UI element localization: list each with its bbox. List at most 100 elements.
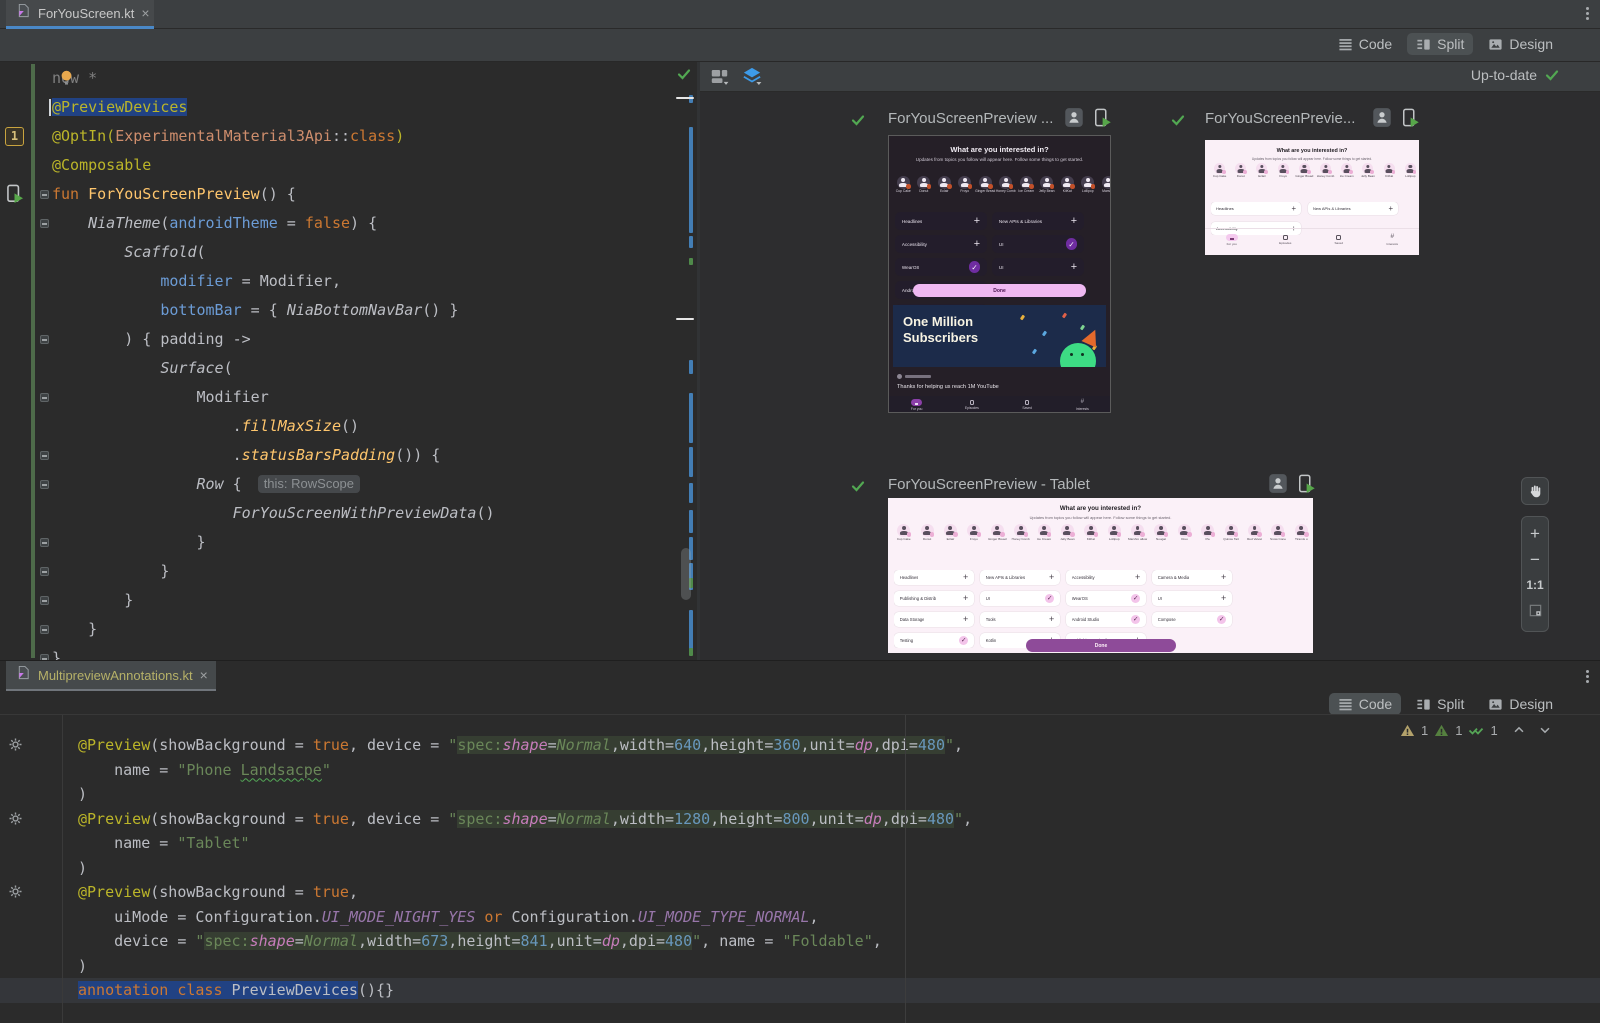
run-on-device-icon[interactable] xyxy=(1400,107,1420,128)
zoom-in-button[interactable]: + xyxy=(1530,525,1540,542)
chip-label: Headlines xyxy=(900,575,919,580)
pan-button[interactable] xyxy=(1521,477,1549,505)
interactive-preview-icon[interactable] xyxy=(1372,107,1392,128)
nav-item: For you xyxy=(1205,230,1259,250)
design-mode-button[interactable]: Design xyxy=(1479,693,1562,715)
preview-thumbnail-phone-dark[interactable]: What are you interested in?Updates from … xyxy=(888,135,1111,413)
topic-badge xyxy=(906,184,910,188)
code-token: , xyxy=(873,736,882,754)
inspections-ok-icon[interactable] xyxy=(676,66,692,82)
preview-count-badge[interactable]: 1 xyxy=(5,127,24,146)
person-icon xyxy=(922,178,926,182)
code-token: width xyxy=(367,932,412,950)
fold-marker-down[interactable] xyxy=(40,335,49,344)
avatar xyxy=(1020,176,1033,189)
topic-chip: UI✓ xyxy=(992,235,1084,253)
topic-avatar: KitKat xyxy=(1379,163,1400,178)
gear-icon[interactable] xyxy=(8,811,23,831)
chip-add-icon: + xyxy=(1221,594,1226,603)
nav-icon xyxy=(970,400,975,404)
code-token: shape xyxy=(502,810,547,828)
code-token: Surface xyxy=(160,359,223,377)
interactive-preview-icon[interactable] xyxy=(1064,107,1084,128)
run-on-device-icon[interactable] xyxy=(1296,473,1316,494)
topic-label: Jelly Bean xyxy=(1060,538,1074,542)
topic-label: Tiramis u xyxy=(1295,538,1308,542)
warning-count[interactable]: 1 xyxy=(1421,723,1428,738)
weak-warning-count[interactable]: 1 xyxy=(1455,723,1462,738)
person-icon xyxy=(983,178,987,182)
fold-marker-up[interactable] xyxy=(40,451,49,460)
code-token: ) xyxy=(395,127,404,145)
code-token: , xyxy=(882,810,891,828)
passed-count[interactable]: 1 xyxy=(1490,723,1497,738)
split-mode-button[interactable]: Split xyxy=(1407,693,1473,715)
chip-check-icon: ✓ xyxy=(1045,594,1054,603)
lightbulb-icon[interactable] xyxy=(58,69,75,91)
zoom-fit-button[interactable] xyxy=(1528,603,1543,623)
split-mode-button[interactable]: Split xyxy=(1407,33,1473,55)
preview-thumbnail-landscape[interactable]: What are you interested in?Updates from … xyxy=(1205,140,1419,255)
zoom-actual-button[interactable]: 1:1 xyxy=(1526,577,1543,594)
fold-marker-down[interactable] xyxy=(40,219,49,228)
person-icon xyxy=(1106,178,1110,182)
tab-foryouscreen[interactable]: ForYouScreen.kt × xyxy=(6,0,154,29)
fold-marker-down[interactable] xyxy=(40,190,49,199)
kebab-menu-icon[interactable] xyxy=(1586,670,1590,683)
run-preview-gutter-icon[interactable] xyxy=(4,183,25,210)
close-icon[interactable]: × xyxy=(141,6,149,20)
chevron-up-icon[interactable] xyxy=(1512,723,1526,737)
fold-marker-up[interactable] xyxy=(40,625,49,634)
fold-marker-down[interactable] xyxy=(40,480,49,489)
code-editor-primary[interactable]: now *@PreviewDevices@OptIn(ExperimentalM… xyxy=(0,62,697,660)
error-stripe[interactable] xyxy=(672,62,697,660)
topic-avatar: Ginger Bread xyxy=(1294,163,1315,178)
nav-item: Episodes xyxy=(944,396,999,413)
nav-item: #Interests xyxy=(1055,396,1110,413)
fold-marker-up[interactable] xyxy=(40,567,49,576)
code-token: ()) { xyxy=(395,446,440,464)
code-icon xyxy=(1338,697,1353,712)
topic-avatar: Honey Comb xyxy=(1315,163,1336,178)
topic-label: Marshm xyxy=(1102,190,1110,194)
warning-icon[interactable] xyxy=(1400,723,1415,738)
design-mode-button[interactable]: Design xyxy=(1479,33,1562,55)
weak-warning-icon[interactable] xyxy=(1434,723,1449,738)
code-token: = Configuration. xyxy=(168,908,322,926)
code-token: showBackground xyxy=(159,883,285,901)
interactive-preview-icon[interactable] xyxy=(1268,473,1288,494)
fold-marker-up[interactable] xyxy=(40,538,49,547)
layers-icon[interactable] xyxy=(742,66,762,91)
gear-icon[interactable] xyxy=(8,884,23,904)
nav-label: Saved xyxy=(1022,406,1032,410)
tab-multipreview[interactable]: MultipreviewAnnotations.kt × xyxy=(6,661,216,691)
code-token: ForYouScreenWithPreviewData xyxy=(233,504,477,522)
nav-icon xyxy=(915,403,918,405)
code-editor-secondary[interactable]: @Preview(showBackground = true, device =… xyxy=(0,714,1600,1023)
preview-thumbnail-tablet[interactable]: What are you interested in?Updates from … xyxy=(888,498,1313,653)
close-icon[interactable]: × xyxy=(200,668,208,682)
code-token: dp xyxy=(864,810,882,828)
scrollbar-thumb[interactable] xyxy=(681,548,691,600)
fold-marker-down[interactable] xyxy=(40,393,49,402)
code-token: , xyxy=(611,810,620,828)
screen-heading: What are you interested in? xyxy=(889,145,1110,154)
gear-icon[interactable] xyxy=(8,737,23,757)
zoom-out-button[interactable]: − xyxy=(1530,551,1540,568)
passed-check-icon[interactable] xyxy=(1468,722,1484,738)
code-token: , xyxy=(349,736,367,754)
chevron-down-icon[interactable] xyxy=(1538,723,1552,737)
preview-grid-layout-icon[interactable] xyxy=(710,67,729,91)
fold-marker-up[interactable] xyxy=(40,596,49,605)
preview-canvas[interactable]: ForYouScreenPreview ... ForYouScreenPrev… xyxy=(700,92,1600,660)
code-token: = xyxy=(421,736,448,754)
code-token: " xyxy=(322,761,331,779)
person-icon xyxy=(1206,526,1210,530)
code-mode-button[interactable]: Code xyxy=(1329,693,1401,715)
code-mode-button[interactable]: Code xyxy=(1329,33,1401,55)
changed-lines-mark xyxy=(689,393,693,443)
chip-check-icon: ✓ xyxy=(1217,615,1226,624)
run-on-device-icon[interactable] xyxy=(1092,107,1112,128)
code-token: name xyxy=(719,932,755,950)
kebab-menu-icon[interactable] xyxy=(1586,7,1590,20)
